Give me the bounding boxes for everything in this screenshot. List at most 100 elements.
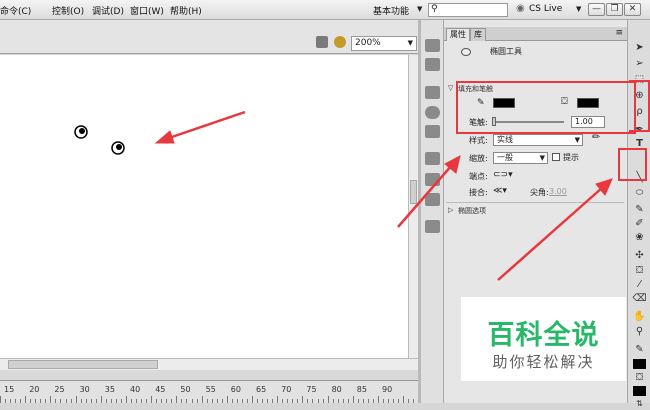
ellipse-tool-icon bbox=[461, 48, 471, 56]
ruler-tick bbox=[110, 399, 112, 403]
ruler-tick bbox=[267, 399, 269, 403]
ruler-tick bbox=[252, 396, 253, 403]
workspace-dropdown-icon[interactable]: ▼ bbox=[417, 5, 422, 13]
ruler-label: 90 bbox=[382, 385, 393, 394]
oval-tool-icon[interactable]: ⬭ bbox=[632, 187, 647, 199]
menu-item-help[interactable]: 帮助(H) bbox=[170, 4, 202, 17]
ruler-label: 60 bbox=[230, 385, 241, 394]
bone-tool-icon[interactable]: ✣ bbox=[632, 250, 647, 262]
zoom-select[interactable]: 200% ▼ bbox=[351, 36, 417, 51]
pencil-tool-icon[interactable]: ✎ bbox=[632, 204, 647, 216]
brush-tool-icon[interactable]: ✐ bbox=[632, 218, 647, 230]
subselection-tool-icon[interactable]: ➢ bbox=[632, 58, 647, 70]
menu-item-command[interactable]: 命令(C) bbox=[0, 4, 31, 17]
search-input[interactable]: ⚲ bbox=[428, 3, 508, 17]
ruler-tick bbox=[45, 399, 47, 403]
ruler-tick bbox=[115, 399, 117, 403]
ruler-tick bbox=[156, 399, 158, 403]
align-panel-icon[interactable] bbox=[425, 86, 440, 99]
ruler-tick bbox=[257, 399, 259, 403]
stage-drawing bbox=[74, 110, 246, 155]
ruler-label: 80 bbox=[331, 385, 342, 394]
ruler-tick bbox=[342, 399, 344, 403]
ruler-tick bbox=[55, 399, 57, 403]
edit-symbols-icon[interactable] bbox=[316, 36, 328, 48]
stroke-color-chip[interactable] bbox=[633, 359, 646, 369]
hand-tool-icon[interactable]: ✋ bbox=[632, 311, 647, 323]
stage-horizontal-scrollbar[interactable] bbox=[0, 358, 418, 370]
ruler-tick bbox=[171, 399, 173, 403]
ruler-label: 45 bbox=[155, 385, 166, 394]
info-panel-icon[interactable] bbox=[425, 106, 440, 119]
tab-properties[interactable]: 属性 bbox=[446, 28, 470, 41]
stage-canvas[interactable] bbox=[0, 55, 408, 358]
eyedropper-tool-icon[interactable]: ⁄ bbox=[632, 279, 647, 291]
ruler-tick bbox=[292, 399, 294, 403]
ruler-tick bbox=[201, 396, 203, 403]
cs-live-label[interactable]: CS Live bbox=[529, 4, 562, 14]
ruler-tick bbox=[372, 399, 374, 403]
minimize-button[interactable]: — bbox=[588, 3, 605, 16]
close-button[interactable]: ✕ bbox=[624, 3, 641, 16]
ruler-tick bbox=[378, 396, 379, 403]
ruler-tick bbox=[131, 399, 133, 403]
ruler-tick bbox=[85, 399, 87, 403]
ruler-tick bbox=[206, 399, 208, 403]
ruler-tick bbox=[347, 399, 349, 403]
ruler-tick bbox=[327, 396, 329, 403]
cs-live-dropdown-icon[interactable]: ▼ bbox=[576, 5, 581, 13]
search-icon: ⚲ bbox=[431, 4, 438, 14]
ruler-label: 40 bbox=[130, 385, 141, 394]
ruler-label: 15 bbox=[4, 385, 15, 394]
ruler-tick bbox=[272, 399, 274, 403]
annotation-arrows-panel bbox=[397, 155, 613, 281]
ruler-tick bbox=[126, 396, 127, 403]
zoom-dropdown-icon[interactable]: ▼ bbox=[408, 37, 413, 50]
edit-scene-icon[interactable] bbox=[334, 36, 346, 48]
ruler-label: 30 bbox=[79, 385, 90, 394]
ruler-tick bbox=[297, 399, 299, 403]
fill-color-chip[interactable] bbox=[633, 386, 646, 396]
ruler-tick bbox=[50, 396, 52, 403]
fill-color-tool-icon[interactable]: ⛋ bbox=[632, 372, 647, 384]
annotation-box-fill-stroke bbox=[456, 81, 636, 134]
ruler-tick bbox=[141, 399, 143, 403]
deco-tool-icon[interactable]: ❀ bbox=[632, 232, 647, 244]
restore-button[interactable]: ❐ bbox=[606, 3, 623, 16]
menu-item-control[interactable]: 控制(O) bbox=[52, 4, 84, 17]
color-panel-icon[interactable] bbox=[425, 39, 440, 52]
ruler-tick bbox=[322, 399, 324, 403]
ruler-tick bbox=[352, 396, 354, 403]
ruler-tick bbox=[90, 399, 92, 403]
transform-panel-icon[interactable] bbox=[425, 125, 440, 138]
menu-item-debug[interactable]: 调试(D) bbox=[92, 4, 124, 17]
ruler-tick bbox=[241, 399, 243, 403]
ruler-tick bbox=[181, 399, 183, 403]
eraser-tool-icon[interactable]: ⌫ bbox=[632, 293, 647, 305]
ruler-tick bbox=[388, 399, 390, 403]
ruler-tick bbox=[337, 399, 339, 403]
workspace-switcher[interactable]: 基本功能 bbox=[373, 4, 409, 17]
ruler-tick bbox=[383, 399, 385, 403]
paint-bucket-tool-icon[interactable]: ⛋ bbox=[632, 265, 647, 277]
ruler-tick bbox=[307, 399, 309, 403]
stroke-color-tool-icon[interactable]: ✎ bbox=[632, 344, 647, 356]
ruler-tick bbox=[120, 399, 122, 403]
ruler-label: 85 bbox=[356, 385, 367, 394]
menu-bar: 命令(C) 控制(O) 调试(D) 窗口(W) 帮助(H) 基本功能 ▼ ⚲ ◉… bbox=[0, 0, 650, 20]
zoom-tool-icon[interactable]: ⚲ bbox=[632, 326, 647, 338]
ruler-tick bbox=[151, 396, 153, 403]
zoom-value: 200% bbox=[355, 38, 381, 48]
selection-tool-icon[interactable]: ➤ bbox=[632, 42, 647, 54]
fill-stroke-collapse-icon[interactable]: ▽ bbox=[448, 84, 453, 92]
menu-item-window[interactable]: 窗口(W) bbox=[130, 4, 164, 17]
tab-library[interactable]: 库 bbox=[470, 28, 486, 41]
panel-menu-icon[interactable]: ≡ bbox=[615, 28, 623, 38]
ruler-tick bbox=[226, 396, 228, 403]
ruler-tick bbox=[231, 399, 233, 403]
ruler-tick bbox=[196, 399, 198, 403]
horizontal-scroll-thumb[interactable] bbox=[8, 360, 158, 369]
swatches-panel-icon[interactable] bbox=[425, 58, 440, 71]
tool-name-label: 椭圆工具 bbox=[490, 47, 522, 56]
swap-colors-icon[interactable]: ⇅ bbox=[632, 398, 647, 410]
